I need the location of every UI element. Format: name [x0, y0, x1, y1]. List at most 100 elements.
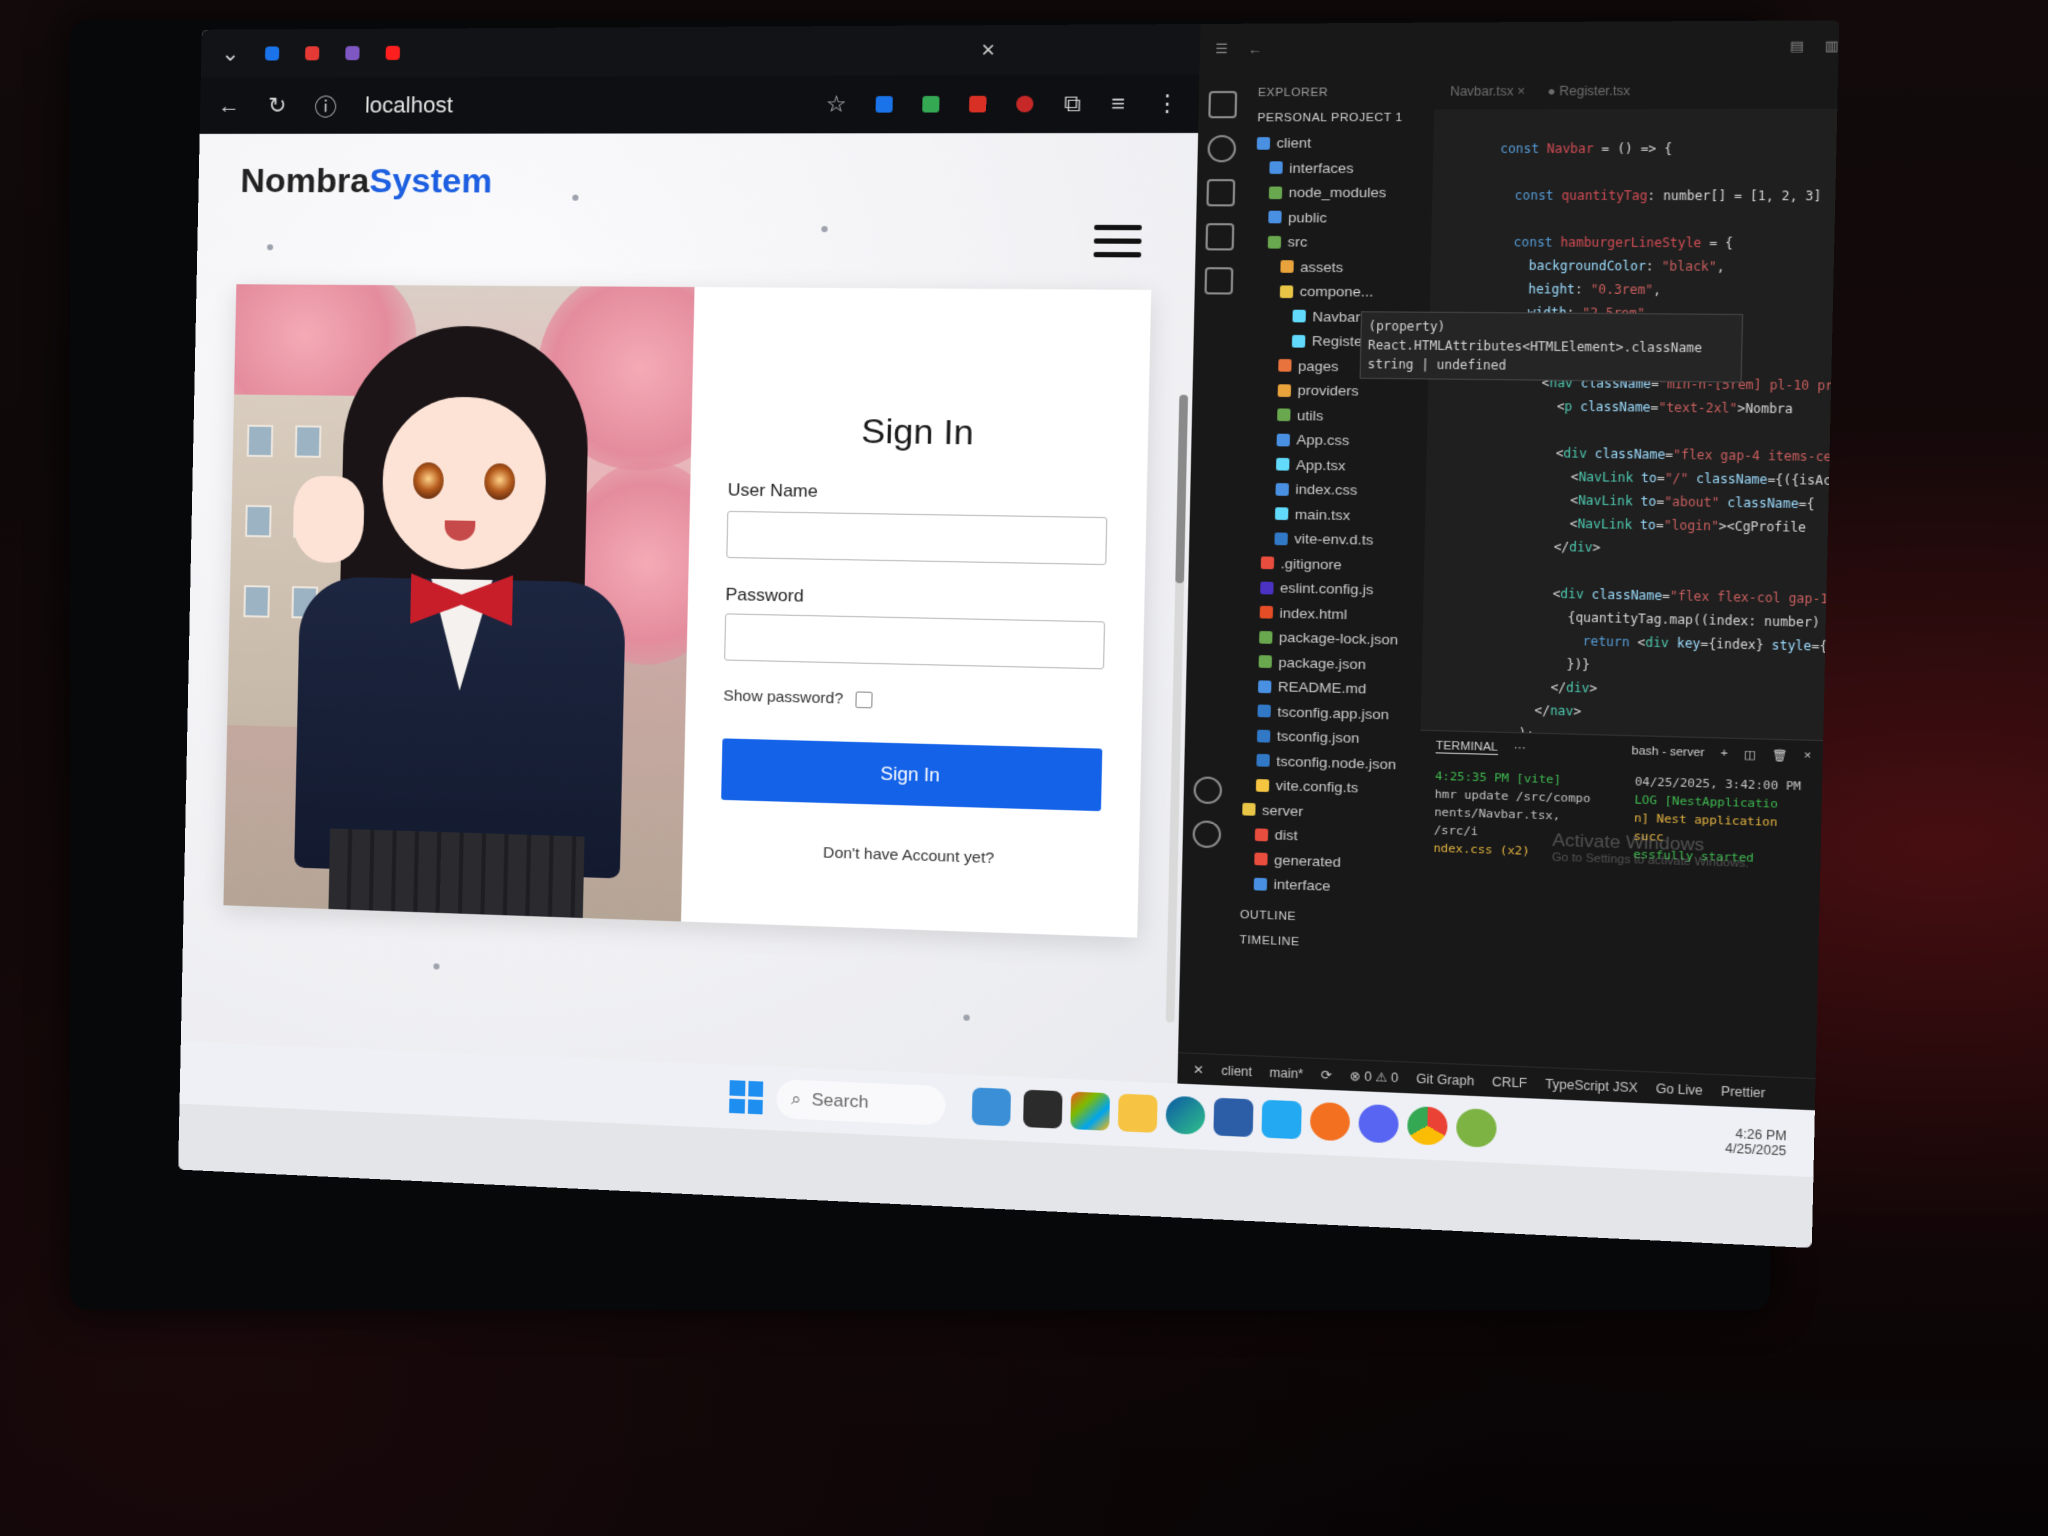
signin-button[interactable]: Sign In	[721, 738, 1103, 812]
tab-close-icon[interactable]: ×	[981, 37, 995, 64]
hamburger-menu-icon[interactable]	[1093, 224, 1142, 266]
project-title[interactable]: PERSONAL PROJECT 1	[1246, 105, 1434, 131]
code-area[interactable]: const Navbar = () => { const quantityTag…	[1487, 137, 1839, 777]
terminal-panel[interactable]: TERMINAL ··· bash - server + ◫ 🗑 × 4:25:…	[1413, 729, 1824, 1079]
anime-girl-illustration	[223, 284, 695, 922]
editor-tab[interactable]: Navbar.tsx ×	[1450, 84, 1525, 99]
account-icon[interactable]	[1193, 776, 1223, 805]
tree-item[interactable]: eslint.config.js	[1236, 575, 1424, 603]
url-field[interactable]: localhost	[365, 92, 453, 118]
edge-icon[interactable]	[1165, 1095, 1206, 1136]
register-link[interactable]: Don't have Account yet?	[682, 840, 1139, 872]
site-logo[interactable]: NombraSystem	[240, 162, 492, 202]
site-info-icon[interactable]: ⓘ	[314, 89, 337, 121]
search-placeholder: Search	[811, 1089, 869, 1112]
nav-back-icon[interactable]: ←	[1247, 41, 1262, 57]
more-icon[interactable]: ···	[1513, 742, 1526, 755]
windows-start-icon[interactable]	[729, 1080, 764, 1115]
tree-item[interactable]: index.css	[1238, 476, 1426, 504]
copilot-icon[interactable]	[1070, 1091, 1110, 1131]
status-golive[interactable]: Go Live	[1656, 1081, 1703, 1098]
tree-item[interactable]: public	[1244, 205, 1432, 230]
chevron-down-icon[interactable]: ⌄	[221, 41, 240, 67]
username-input[interactable]	[726, 510, 1108, 566]
close-icon[interactable]: ×	[1804, 749, 1812, 762]
scrollbar-thumb[interactable]	[1175, 394, 1189, 584]
tree-item[interactable]: providers	[1240, 378, 1428, 405]
remote-icon[interactable]: ✕	[1193, 1062, 1204, 1077]
brand-accent: System	[368, 161, 493, 201]
tree-item[interactable]: interface	[1230, 871, 1418, 902]
layout-icon[interactable]: ▤	[1790, 38, 1804, 55]
layout-icon[interactable]: ▥	[1824, 38, 1839, 55]
tree-item[interactable]: client	[1246, 131, 1434, 156]
extension-icon[interactable]	[922, 95, 941, 113]
source-control-icon[interactable]	[1206, 179, 1236, 207]
tree-item[interactable]: node_modules	[1245, 180, 1433, 205]
timeline-section[interactable]: TIMELINE	[1228, 927, 1416, 959]
tab-favicon-icon[interactable]	[265, 46, 280, 61]
store-icon[interactable]	[1213, 1097, 1254, 1138]
clock-date: 4/25/2025	[1725, 1140, 1787, 1159]
tree-item[interactable]: compone...	[1242, 279, 1430, 305]
youtube-tab-icon[interactable]	[386, 45, 401, 61]
extension-icon[interactable]	[969, 95, 987, 113]
widgets-icon[interactable]	[971, 1087, 1012, 1127]
terminal-tab[interactable]: TERMINAL	[1435, 739, 1498, 755]
extensions-puzzle-icon[interactable]: ⧉	[1064, 90, 1081, 117]
system-tray[interactable]: 4:26 PM 4/25/2025	[1725, 1126, 1787, 1159]
tree-item[interactable]: utils	[1240, 402, 1428, 429]
taskbar-search[interactable]: ⌕ Search	[776, 1079, 946, 1126]
menu-icon[interactable]: ☰	[1215, 41, 1228, 58]
bookmark-star-icon[interactable]: ☆	[826, 91, 847, 118]
terminal-shell-label[interactable]: bash - server	[1631, 745, 1704, 760]
tab-favicon-icon[interactable]	[345, 46, 361, 61]
profile-menu-icon[interactable]: ≡	[1111, 90, 1125, 117]
status-gitgraph[interactable]: Git Graph	[1416, 1071, 1474, 1088]
tree-item-label: assets	[1300, 258, 1344, 275]
postman-icon[interactable]	[1309, 1101, 1351, 1142]
tree-item-label: providers	[1297, 382, 1359, 400]
back-arrow-icon[interactable]: ←	[218, 93, 240, 119]
tree-item-label: tsconfig.json	[1276, 728, 1360, 747]
tree-item[interactable]: App.css	[1239, 427, 1427, 454]
run-debug-icon[interactable]	[1205, 223, 1235, 251]
show-password-checkbox[interactable]	[855, 690, 873, 708]
tab-favicon-icon[interactable]	[305, 46, 320, 61]
new-terminal-icon[interactable]: +	[1720, 747, 1728, 760]
status-prettier[interactable]: Prettier	[1721, 1083, 1766, 1100]
discord-icon[interactable]	[1358, 1103, 1399, 1144]
status-branch[interactable]: main*	[1269, 1065, 1303, 1081]
extension-icon[interactable]	[1016, 95, 1035, 113]
app-icon[interactable]	[1455, 1107, 1497, 1148]
tree-item[interactable]: assets	[1243, 254, 1431, 280]
code-editor[interactable]: Navbar.tsx × ● Register.tsx const Navbar…	[1359, 72, 1839, 764]
tree-item[interactable]: src	[1244, 230, 1432, 256]
tree-item[interactable]: main.tsx	[1238, 501, 1426, 529]
tree-item[interactable]: .gitignore	[1237, 550, 1425, 578]
tree-item[interactable]: vite-env.d.ts	[1237, 526, 1425, 554]
tree-item[interactable]: App.tsx	[1239, 452, 1427, 479]
reload-icon[interactable]: ↻	[268, 93, 287, 119]
task-view-icon[interactable]	[1023, 1089, 1063, 1129]
settings-gear-icon[interactable]	[1192, 820, 1222, 849]
status-eol[interactable]: CRLF	[1492, 1074, 1527, 1090]
extensions-icon[interactable]	[1204, 267, 1234, 295]
explorer-files-icon[interactable]	[1208, 90, 1238, 119]
search-icon[interactable]	[1207, 135, 1237, 163]
folder-icon	[1278, 359, 1292, 373]
more-options-icon[interactable]: ⋮	[1155, 90, 1179, 117]
sync-icon[interactable]: ⟳	[1321, 1067, 1332, 1082]
vscode-icon[interactable]	[1261, 1099, 1302, 1140]
editor-tab[interactable]: ● Register.tsx	[1547, 83, 1630, 98]
password-input[interactable]	[724, 613, 1106, 670]
trash-icon[interactable]: 🗑	[1772, 748, 1788, 762]
status-client[interactable]: client	[1221, 1063, 1252, 1079]
chrome-icon[interactable]	[1406, 1105, 1448, 1146]
tree-item[interactable]: interfaces	[1245, 156, 1433, 181]
file-explorer-icon[interactable]	[1117, 1093, 1158, 1133]
extension-icon[interactable]	[876, 96, 894, 113]
split-terminal-icon[interactable]: ◫	[1744, 747, 1756, 761]
status-problems[interactable]: ⊗ 0 ⚠ 0	[1349, 1068, 1398, 1085]
status-language[interactable]: TypeScript JSX	[1545, 1076, 1638, 1095]
